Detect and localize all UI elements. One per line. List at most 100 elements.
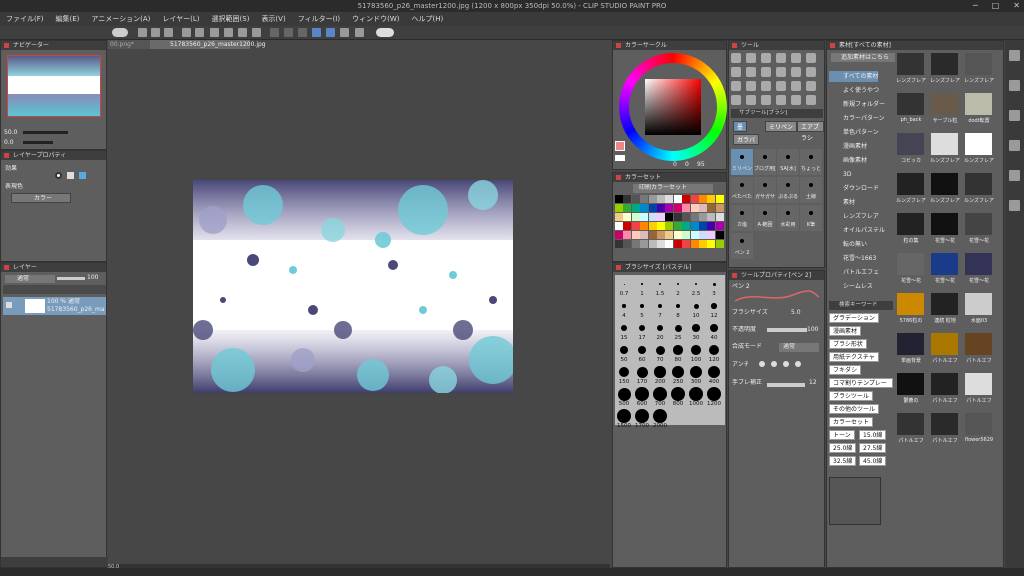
material-thumbnail[interactable] bbox=[931, 373, 958, 395]
keyword-button[interactable]: カラーセット bbox=[829, 417, 874, 427]
tool-icon[interactable] bbox=[806, 95, 816, 105]
keyword-button[interactable]: フキダシ bbox=[829, 365, 862, 375]
sub-tool-item[interactable]: ミリペン bbox=[731, 149, 753, 175]
expression-color-dropdown[interactable]: カラー bbox=[11, 193, 71, 203]
brush-size-cell[interactable]: 800 bbox=[669, 385, 687, 407]
material-thumbnail[interactable] bbox=[965, 173, 992, 195]
tool-icon[interactable] bbox=[746, 81, 756, 91]
material-thumbnail[interactable] bbox=[965, 213, 992, 235]
blend-dropdown[interactable]: 通常 bbox=[779, 343, 819, 352]
color-swatch[interactable] bbox=[648, 231, 657, 239]
color-set-dropdown[interactable]: 印刷カラーセット bbox=[633, 184, 713, 193]
brush-size-cell[interactable]: 1 bbox=[633, 275, 651, 297]
color-wheel-icon[interactable] bbox=[355, 28, 364, 37]
sub-tool-item[interactable]: 水彩用 bbox=[777, 205, 799, 231]
deselect-icon[interactable] bbox=[270, 28, 279, 37]
keyword-button[interactable]: トーン bbox=[829, 430, 855, 440]
color-swatch[interactable] bbox=[648, 240, 657, 248]
tool-icon[interactable] bbox=[791, 67, 801, 77]
material-tree-item[interactable]: 漫画素材 bbox=[829, 141, 867, 152]
brush-size-cell[interactable]: 25 bbox=[669, 319, 687, 341]
sub-tool-item[interactable]: ブログ用[7] bbox=[754, 149, 776, 175]
document-tab[interactable]: 51783560_p26_master1200.jpg bbox=[150, 40, 266, 49]
redo-icon[interactable] bbox=[195, 28, 204, 37]
sub-color-swatch[interactable] bbox=[615, 155, 625, 161]
brush-size-cell[interactable]: 0.7 bbox=[615, 275, 633, 297]
tool-icon[interactable] bbox=[776, 67, 786, 77]
color-swatch[interactable] bbox=[640, 231, 649, 239]
color-swatch[interactable] bbox=[682, 222, 691, 230]
color-swatch[interactable] bbox=[623, 231, 632, 239]
minimize-button[interactable]: ─ bbox=[973, 0, 978, 12]
navigator-zoom[interactable]: 50.0 bbox=[4, 129, 20, 137]
rail-icon-6[interactable] bbox=[1009, 200, 1020, 211]
color-swatch[interactable] bbox=[615, 213, 623, 221]
canvas-area[interactable]: 00.png* 51783560_p26_master1200.jpg 50.0 bbox=[108, 40, 610, 570]
brush-size-cell[interactable]: 120 bbox=[705, 341, 723, 363]
brush-size-cell[interactable]: 3 bbox=[705, 275, 723, 297]
color-swatch[interactable] bbox=[707, 231, 716, 239]
cut-icon[interactable] bbox=[224, 28, 233, 37]
aa-weak-icon[interactable] bbox=[771, 361, 777, 367]
color-swatch[interactable] bbox=[640, 222, 649, 230]
color-swatch[interactable] bbox=[715, 231, 724, 239]
effect-border-icon[interactable] bbox=[55, 172, 62, 179]
color-swatch[interactable] bbox=[648, 213, 657, 221]
color-swatch[interactable] bbox=[682, 213, 691, 221]
brush-size-cell[interactable]: 12 bbox=[705, 297, 723, 319]
brush-size-cell[interactable]: 60 bbox=[633, 341, 651, 363]
material-thumbnail[interactable] bbox=[965, 293, 992, 315]
crop-icon[interactable] bbox=[298, 28, 307, 37]
blend-mode-dropdown[interactable]: 通常 bbox=[5, 275, 55, 283]
tool-icon[interactable] bbox=[776, 81, 786, 91]
material-tree-item[interactable]: 単色パターン bbox=[829, 127, 879, 138]
menu-filter[interactable]: フィルター(I) bbox=[298, 14, 340, 24]
transform-icon[interactable] bbox=[252, 28, 261, 37]
material-thumbnail[interactable] bbox=[931, 293, 958, 315]
color-swatch[interactable] bbox=[648, 195, 657, 203]
keyword-button[interactable]: 32.5線 bbox=[829, 456, 857, 466]
tool-icon[interactable] bbox=[806, 81, 816, 91]
material-thumbnail[interactable] bbox=[965, 413, 992, 435]
brush-size-cell[interactable]: 5 bbox=[633, 297, 651, 319]
sub-tool-tab-4[interactable]: ガラバ bbox=[733, 134, 759, 145]
brush-size-cell[interactable]: 600 bbox=[633, 385, 651, 407]
color-swatch[interactable] bbox=[690, 231, 699, 239]
brush-size-value[interactable]: 5.0 bbox=[791, 309, 807, 317]
menu-layer[interactable]: レイヤー(L) bbox=[162, 14, 199, 24]
brush-size-cell[interactable]: 2.5 bbox=[687, 275, 705, 297]
material-thumbnail[interactable] bbox=[931, 253, 958, 275]
material-thumb-grid[interactable]: レンズフレア レンズフレア レンズフレア ph_back サーブル粒 dodt転置 コビッカ… bbox=[896, 53, 1001, 523]
angle-slider[interactable] bbox=[23, 141, 53, 144]
brush-size-cell[interactable]: 2 bbox=[669, 275, 687, 297]
material-thumbnail[interactable] bbox=[965, 333, 992, 355]
material-thumbnail[interactable] bbox=[897, 93, 924, 115]
color-swatch[interactable] bbox=[673, 222, 682, 230]
tool-icon[interactable] bbox=[731, 53, 741, 63]
tool-icon[interactable] bbox=[776, 95, 786, 105]
color-swatch[interactable] bbox=[715, 213, 724, 221]
brush-size-cell[interactable]: 17 bbox=[633, 319, 651, 341]
material-search[interactable]: 追加素材はこちら bbox=[831, 53, 895, 62]
other-tab[interactable]: 00.png* bbox=[108, 40, 150, 49]
color-swatch[interactable] bbox=[631, 204, 640, 212]
material-tree-item[interactable]: オイルパステル bbox=[829, 225, 885, 236]
clip-studio-icon[interactable] bbox=[112, 28, 128, 37]
tool-icon[interactable] bbox=[806, 67, 816, 77]
brush-size-cell[interactable]: 100 bbox=[687, 341, 705, 363]
sub-tool-item[interactable]: ぷるぷる bbox=[777, 177, 799, 203]
fill-icon[interactable] bbox=[238, 28, 247, 37]
color-swatch[interactable] bbox=[707, 240, 716, 248]
sub-tool-item[interactable]: SA[水] bbox=[777, 149, 799, 175]
snap-special-icon[interactable] bbox=[340, 28, 349, 37]
tool-icon[interactable] bbox=[731, 67, 741, 77]
material-tree-item[interactable]: 素材 bbox=[829, 197, 855, 208]
layer-row[interactable]: 100 % 通常 51783560_p26_maste bbox=[3, 297, 106, 315]
color-swatch[interactable] bbox=[623, 213, 632, 221]
color-swatch[interactable] bbox=[682, 231, 691, 239]
keyword-button[interactable]: コマ割りテンプレート bbox=[829, 378, 893, 397]
keyword-button[interactable]: 27.5線 bbox=[859, 443, 887, 453]
keyword-button[interactable]: 25.0線 bbox=[829, 443, 857, 453]
color-swatch[interactable] bbox=[699, 240, 707, 248]
rail-icon-3[interactable] bbox=[1009, 110, 1020, 121]
